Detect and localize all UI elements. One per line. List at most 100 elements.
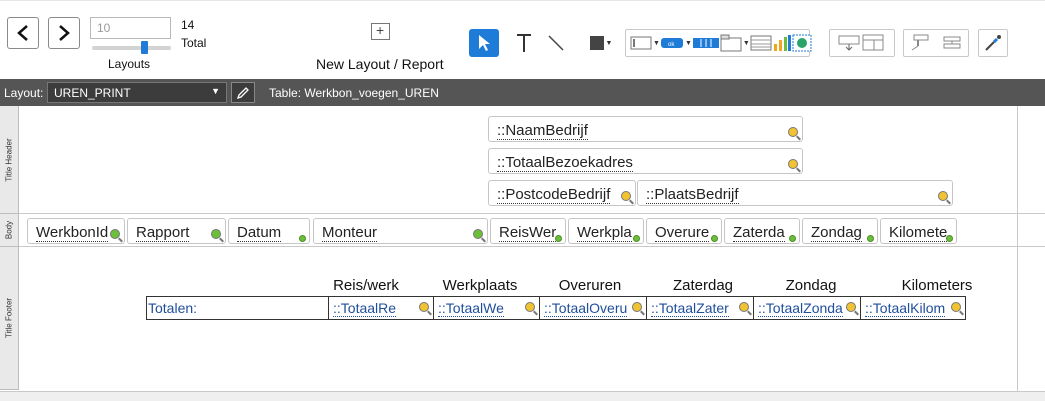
status-dot-icon (555, 235, 562, 242)
field-totaal-kilometers[interactable]: ::TotaalKilom (860, 297, 965, 319)
magnifier-icon (938, 191, 948, 201)
field-kilometers[interactable]: Kilomete (880, 218, 957, 244)
tab-control-icon (720, 34, 742, 52)
field-zondag[interactable]: Zondag (802, 218, 878, 244)
chevron-down-icon: ▼ (211, 86, 220, 96)
pointer-arrow-icon (479, 35, 490, 51)
field-postcode-bedrijf[interactable]: ::PostcodeBedrijf (488, 180, 636, 206)
column-header-overuren[interactable]: Overuren (549, 277, 631, 294)
record-number-input[interactable]: 10 (90, 17, 171, 39)
field-label: ::TotaalOveru (544, 300, 628, 317)
magnifier-icon (632, 302, 642, 312)
chevron-left-icon (17, 25, 28, 41)
status-dot-icon (633, 235, 640, 242)
next-record-button[interactable] (48, 17, 80, 49)
column-header-kilometers[interactable]: Kilometers (893, 277, 981, 294)
part-tab-body[interactable]: Body (0, 214, 19, 247)
field-reis-werk[interactable]: ReisWer (490, 218, 566, 244)
portal-tool-button[interactable] (750, 35, 772, 51)
field-label: Werkpla (577, 224, 632, 242)
shape-tool-button[interactable]: ▼ (579, 29, 621, 57)
web-viewer-tool-button[interactable] (792, 34, 812, 52)
new-layout-icon[interactable]: + (371, 22, 390, 40)
field-totaal-zaterdag[interactable]: ::TotaalZater (646, 297, 753, 319)
field-totaal-bezoekadres[interactable]: ::TotaalBezoekadres (488, 148, 803, 174)
field-zaterdag[interactable]: Zaterda (724, 218, 800, 244)
field-tools-group: ▼ ok ▼ ▼ (625, 29, 812, 57)
text-tool-button[interactable] (510, 29, 538, 57)
magnifier-icon (739, 302, 749, 312)
arrange-icon (943, 36, 961, 49)
magnifier-icon (951, 302, 961, 312)
field-totaal-zondag[interactable]: ::TotaalZonda (753, 297, 860, 319)
layout-bottom-strip (0, 391, 1045, 401)
field-rapport[interactable]: Rapport (127, 218, 226, 244)
portal-icon (750, 35, 772, 51)
button-icon: ok (660, 38, 683, 48)
magnifier-icon (788, 159, 798, 169)
layout-dropdown[interactable]: UREN_PRINT ▼ (47, 82, 227, 103)
column-header-reis-werk[interactable]: Reis/werk (328, 277, 404, 294)
line-tool-button[interactable] (542, 29, 570, 57)
eyedropper-button[interactable] (978, 29, 1008, 57)
table-label: Table: Werkbon_voegen_UREN (269, 86, 439, 100)
field-plaats-bedrijf[interactable]: ::PlaatsBedrijf (637, 180, 953, 206)
magnifier-icon (621, 191, 631, 201)
column-header-werkplaats[interactable]: Werkplaats (436, 277, 524, 294)
insert-part-layout-button[interactable] (862, 34, 886, 52)
tab-control-tool-button[interactable]: ▼ (720, 34, 750, 52)
format-painter-button[interactable] (910, 34, 930, 52)
field-label: Kilomete (889, 224, 948, 242)
magnifier-icon (110, 229, 120, 239)
line-tool-icon (548, 35, 564, 51)
chart-tool-button[interactable] (772, 34, 792, 52)
eyedropper-icon (985, 35, 1001, 51)
part-tab-title-footer[interactable]: Title Footer (0, 247, 19, 390)
chart-icon (773, 35, 791, 51)
part-tools-group (829, 29, 895, 57)
field-label: ::TotaalKilom (865, 300, 946, 317)
total-count: 14 (181, 18, 195, 32)
pointer-tool-button[interactable] (469, 29, 499, 57)
text-tool-icon (517, 34, 531, 52)
status-dot-icon (299, 235, 306, 242)
chevron-right-icon (59, 25, 70, 41)
field-datum[interactable]: Datum (228, 218, 310, 244)
part-label-title-footer: Title Footer (4, 297, 14, 339)
previous-record-button[interactable] (7, 17, 39, 49)
button-bar-tool-button[interactable] (692, 37, 720, 49)
part-tab-title-header[interactable]: Title Header (0, 106, 19, 214)
insert-part-icon (838, 35, 860, 51)
field-naam-bedrijf[interactable]: ::NaamBedrijf (488, 116, 803, 142)
magnifier-icon (788, 127, 798, 137)
part-boundary-body[interactable] (19, 246, 1045, 247)
field-werkbon-id[interactable]: WerkbonId (27, 218, 125, 244)
record-slider[interactable] (92, 46, 171, 50)
column-header-zondag[interactable]: Zondag (772, 277, 850, 294)
magnifier-icon (419, 302, 429, 312)
field-label: ::TotaalZonda (758, 300, 843, 317)
total-label: Total (181, 36, 207, 50)
field-totaal-werkplaats[interactable]: ::TotaalWe (433, 297, 539, 319)
column-header-zaterdag[interactable]: Zaterdag (662, 277, 744, 294)
record-slider-thumb[interactable] (141, 41, 148, 54)
insert-part-button[interactable] (838, 34, 862, 52)
part-boundary-header[interactable] (19, 213, 1045, 214)
magnifier-icon (211, 229, 221, 239)
layout-bar: Layout: UREN_PRINT ▼ Table: Werkbon_voeg… (0, 79, 1045, 106)
edit-layout-button[interactable] (231, 82, 255, 103)
field-label: ::TotaalZater (651, 300, 729, 317)
field-werkplaats[interactable]: Werkpla (568, 218, 644, 244)
arrange-button[interactable] (942, 34, 962, 52)
field-label: Zondag (811, 224, 862, 242)
field-totaal-reis-werk[interactable]: ::TotaalRe (328, 297, 433, 319)
button-tool-button[interactable]: ok ▼ (660, 37, 692, 49)
field-overuren[interactable]: Overure (646, 218, 722, 244)
totals-label[interactable]: Totalen: (148, 300, 197, 316)
field-monteur[interactable]: Monteur (313, 218, 488, 244)
field-totaal-overuren[interactable]: ::TotaalOveru (539, 297, 646, 319)
status-dot-icon (789, 235, 796, 242)
field-tool-button[interactable]: ▼ (630, 36, 660, 50)
status-dot-icon (711, 235, 718, 242)
new-layout-button[interactable]: New Layout / Report (316, 56, 444, 72)
